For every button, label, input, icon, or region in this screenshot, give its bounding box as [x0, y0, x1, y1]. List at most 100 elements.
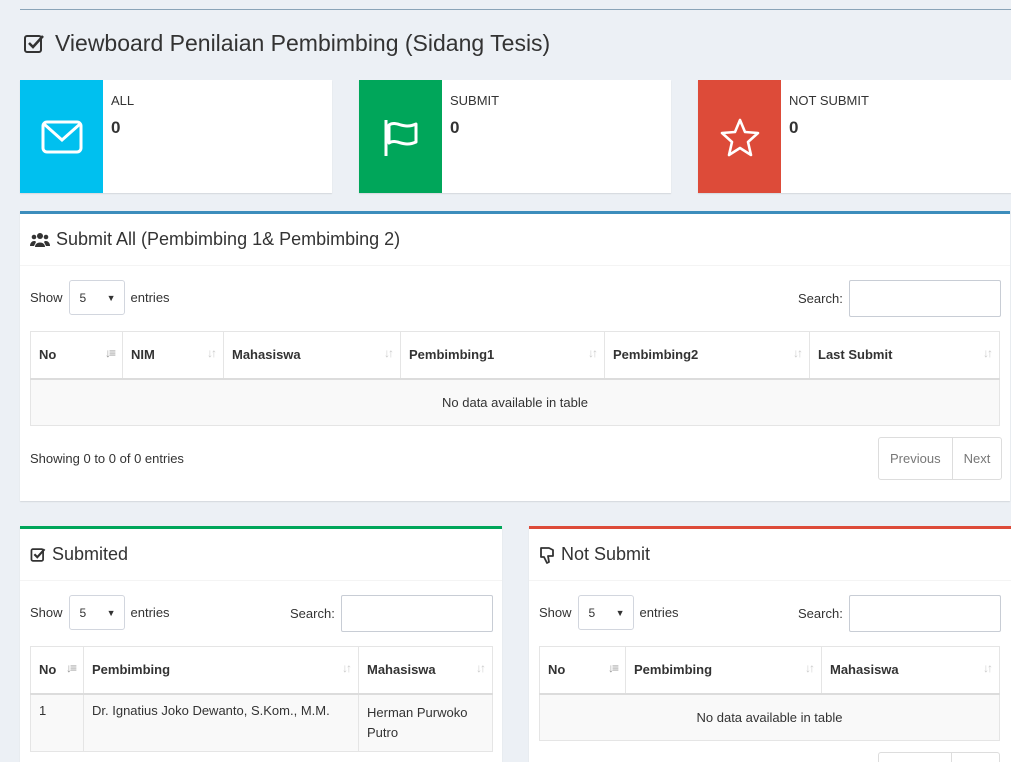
submit-all-title: Submit All (Pembimbing 1& Pembimbing 2) [56, 229, 401, 249]
submited-search-label: Search: [290, 606, 335, 621]
info-box-submit: SUBMIT 0 [359, 80, 671, 193]
empty-message: No data available in table [539, 693, 1000, 741]
info-box-not-submit-label: NOT SUBMIT [789, 93, 869, 108]
not-submit-header: Not Submit [529, 529, 1011, 581]
check-square-icon [24, 34, 44, 53]
sort-icon: ↓↑ [342, 661, 352, 675]
submit-all-length: Show 5 ▼ entries [30, 280, 170, 315]
sort-icon: ↓↑ [983, 661, 993, 675]
submit-all-info: Showing 0 to 0 of 0 entries [30, 451, 184, 466]
cell-mahasiswa: Herman Purwoko Putro [358, 693, 493, 752]
table-row: No data available in table [30, 378, 1000, 426]
star-icon [720, 118, 759, 156]
submited-search: Search: [290, 595, 493, 632]
col-pembimbing[interactable]: Pembimbing ↓↑ [83, 646, 359, 695]
submit-all-show-label: Show [30, 290, 63, 305]
page-title: Viewboard Penilaian Pembimbing (Sidang T… [23, 30, 550, 57]
submit-all-pagination: Previous Next [878, 437, 1003, 480]
info-box-not-submit-icon-bg [698, 80, 781, 193]
col-no[interactable]: No ↓≡ [539, 646, 626, 695]
next-button[interactable]: Next [951, 438, 1002, 479]
sort-icon: ↓↑ [983, 346, 993, 360]
next-button[interactable] [951, 753, 999, 762]
submit-all-search-label: Search: [798, 291, 843, 306]
not-submit-show-label: Show [539, 605, 572, 620]
not-submit-entries-label: entries [639, 605, 679, 620]
thumbs-down-icon [540, 546, 554, 564]
sort-icon: ↓↑ [588, 346, 598, 360]
submited-show-label: Show [30, 605, 63, 620]
not-submit-search-label: Search: [798, 606, 843, 621]
table-row: No data available in table [539, 693, 1000, 741]
users-icon [30, 232, 50, 247]
col-mahasiswa[interactable]: Mahasiswa ↓↑ [223, 331, 401, 380]
not-submit-length: Show 5 ▼ entries [539, 595, 679, 630]
sort-icon: ↓↑ [384, 346, 394, 360]
info-box-all-icon-bg [20, 80, 103, 193]
not-submit-search: Search: [798, 595, 1001, 632]
submited-entries-label: entries [130, 605, 170, 620]
submited-length: Show 5 ▼ entries [30, 595, 170, 630]
submited-header: Submited [20, 529, 502, 581]
info-box-all-label: ALL [111, 93, 135, 108]
cell-pembimbing: Dr. Ignatius Joko Dewanto, S.Kom., M.M. [83, 693, 359, 752]
table-header-row: No ↓≡ Pembimbing ↓↑ Mahasiswa ↓↑ [30, 646, 493, 695]
info-box-all-value: 0 [111, 118, 121, 137]
col-no[interactable]: No ↓≡ [30, 331, 123, 380]
sort-asc-icon: ↓≡ [65, 661, 77, 675]
not-submit-search-input[interactable] [848, 595, 1001, 632]
envelope-icon [41, 120, 82, 153]
previous-button[interactable]: Previous [879, 438, 952, 479]
col-last-submit[interactable]: Last Submit ↓↑ [809, 331, 1000, 380]
submited-search-input[interactable] [340, 595, 493, 632]
submited-length-select[interactable]: 5 ▼ [68, 595, 125, 630]
table-header-row: No ↓≡ Pembimbing ↓↑ Mahasiswa ↓↑ [539, 646, 1000, 695]
col-pembimbing1[interactable]: Pembimbing1 ↓↑ [400, 331, 605, 380]
submit-all-table: No ↓≡ NIM ↓↑ Mahasiswa ↓↑ Pembimbing1 ↓↑ Pem… [30, 331, 1000, 426]
submited-table: No ↓≡ Pembimbing ↓↑ Mahasiswa ↓↑ 1 Dr. Igna… [30, 646, 493, 752]
info-box-submit-label: SUBMIT [450, 93, 500, 108]
col-pembimbing[interactable]: Pembimbing ↓↑ [625, 646, 822, 695]
info-box-all: ALL 0 [20, 80, 332, 193]
submited-title: Submited [52, 544, 129, 564]
caret-down-icon: ▼ [106, 292, 116, 303]
not-submit-length-select[interactable]: 5 ▼ [577, 595, 634, 630]
table-row: 1 Dr. Ignatius Joko Dewanto, S.Kom., M.M… [30, 693, 493, 752]
col-no[interactable]: No ↓≡ [30, 646, 84, 695]
empty-message: No data available in table [30, 378, 1000, 426]
caret-down-icon: ▼ [615, 607, 625, 618]
col-pembimbing2[interactable]: Pembimbing2 ↓↑ [604, 331, 810, 380]
submit-all-search: Search: [798, 280, 1001, 317]
caret-down-icon: ▼ [106, 607, 116, 618]
sort-icon: ↓↑ [805, 661, 815, 675]
not-submit-length-value: 5 [588, 605, 596, 620]
submit-all-header: Submit All (Pembimbing 1& Pembimbing 2) [20, 214, 1010, 266]
top-divider [20, 9, 1011, 10]
submit-all-entries-label: entries [130, 290, 170, 305]
cell-no: 1 [30, 693, 84, 752]
col-mahasiswa[interactable]: Mahasiswa ↓↑ [821, 646, 1000, 695]
page-title-text: Viewboard Penilaian Pembimbing (Sidang T… [55, 30, 551, 56]
submit-all-length-select[interactable]: 5 ▼ [68, 280, 125, 315]
table-header-row: No ↓≡ NIM ↓↑ Mahasiswa ↓↑ Pembimbing1 ↓↑ Pem… [30, 331, 1000, 380]
sort-asc-icon: ↓≡ [104, 346, 116, 360]
sort-asc-icon: ↓≡ [607, 661, 619, 675]
not-submit-pagination [878, 752, 1000, 762]
sort-icon: ↓↑ [476, 661, 486, 675]
check-square-icon [30, 547, 46, 562]
flag-icon [384, 119, 417, 156]
info-box-not-submit-value: 0 [789, 118, 799, 137]
info-box-submit-icon-bg [359, 80, 442, 193]
info-box-not-submit: NOT SUBMIT 0 [698, 80, 1011, 193]
col-mahasiswa[interactable]: Mahasiswa ↓↑ [358, 646, 493, 695]
submit-all-length-value: 5 [79, 290, 87, 305]
previous-button[interactable] [879, 753, 951, 762]
col-nim[interactable]: NIM ↓↑ [122, 331, 224, 380]
submit-all-search-input[interactable] [848, 280, 1001, 317]
sort-icon: ↓↑ [207, 346, 217, 360]
not-submit-table: No ↓≡ Pembimbing ↓↑ Mahasiswa ↓↑ No data av… [539, 646, 1000, 741]
info-box-submit-value: 0 [450, 118, 460, 137]
not-submit-title: Not Submit [561, 544, 651, 564]
submited-length-value: 5 [79, 605, 87, 620]
sort-icon: ↓↑ [793, 346, 803, 360]
